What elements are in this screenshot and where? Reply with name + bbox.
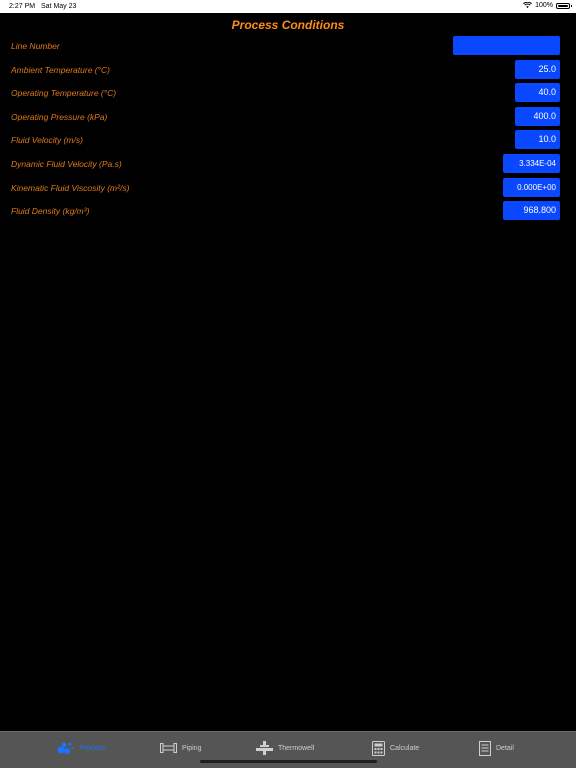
row-line-number: Line Number <box>0 36 576 56</box>
thermowell-icon <box>256 741 273 755</box>
battery-icon <box>556 2 572 9</box>
tab-process-label: Process <box>80 744 106 752</box>
fluid-density-label: Fluid Density (kg/m³) <box>11 206 90 216</box>
line-number-field[interactable] <box>453 36 560 55</box>
battery-percent: 100% <box>535 2 553 9</box>
tab-detail[interactable]: Detail <box>479 740 514 756</box>
line-number-label: Line Number <box>11 41 60 51</box>
fluid-velocity-label: Fluid Velocity (m/s) <box>11 135 83 145</box>
detail-icon <box>479 740 491 756</box>
page-title: Process Conditions <box>231 18 345 32</box>
row-operating-pressure: Operating Pressure (kPa) 400.0 <box>0 107 576 127</box>
operating-temperature-field[interactable]: 40.0 <box>515 83 560 102</box>
tab-calculate[interactable]: Calculate <box>372 740 419 756</box>
tab-calculate-label: Calculate <box>390 744 420 752</box>
tab-process[interactable]: Process <box>57 740 105 756</box>
status-bar: 2:27 PM Sat May 23 100% <box>0 0 576 13</box>
tab-detail-label: Detail <box>496 744 514 752</box>
ambient-temperature-field[interactable]: 25.0 <box>515 60 560 79</box>
tab-thermowell-label: Thermowell <box>278 744 315 752</box>
fluid-velocity-field[interactable]: 10.0 <box>515 130 560 149</box>
row-kinematic-fluid-viscosity: Kinematic Fluid Viscosity (m²/s) 0.000E+… <box>0 178 576 198</box>
row-ambient-temperature: Ambient Temperature (°C) 25.0 <box>0 60 576 80</box>
fluid-density-field[interactable]: 968.800 <box>503 201 560 220</box>
status-time: 2:27 PM <box>9 3 36 10</box>
operating-pressure-label: Operating Pressure (kPa) <box>11 112 108 122</box>
kinematic-fluid-viscosity-field[interactable]: 0.000E+00 <box>503 178 560 197</box>
operating-temperature-label: Operating Temperature (°C) <box>11 88 117 98</box>
dynamic-fluid-velocity-field[interactable]: 3.334E-04 <box>503 154 560 173</box>
process-icon <box>57 742 74 754</box>
kinematic-fluid-viscosity-label: Kinematic Fluid Viscosity (m²/s) <box>11 183 130 193</box>
wifi-icon <box>523 2 533 9</box>
row-fluid-density: Fluid Density (kg/m³) 968.800 <box>0 201 576 221</box>
row-dynamic-fluid-velocity: Dynamic Fluid Velocity (Pa.s) 3.334E-04 <box>0 154 576 174</box>
status-date: Sat May 23 <box>41 3 77 10</box>
piping-icon <box>160 743 177 753</box>
row-operating-temperature: Operating Temperature (°C) 40.0 <box>0 83 576 103</box>
tab-thermowell[interactable]: Thermowell <box>256 740 314 756</box>
tab-piping[interactable]: Piping <box>160 740 201 756</box>
home-indicator[interactable] <box>200 760 377 763</box>
operating-pressure-field[interactable]: 400.0 <box>515 107 560 126</box>
dynamic-fluid-velocity-label: Dynamic Fluid Velocity (Pa.s) <box>11 159 122 169</box>
status-right: 100% <box>523 2 572 9</box>
ambient-temperature-label: Ambient Temperature (°C) <box>11 65 110 75</box>
row-fluid-velocity: Fluid Velocity (m/s) 10.0 <box>0 130 576 150</box>
tab-piping-label: Piping <box>182 744 202 752</box>
calculator-icon <box>372 740 385 756</box>
